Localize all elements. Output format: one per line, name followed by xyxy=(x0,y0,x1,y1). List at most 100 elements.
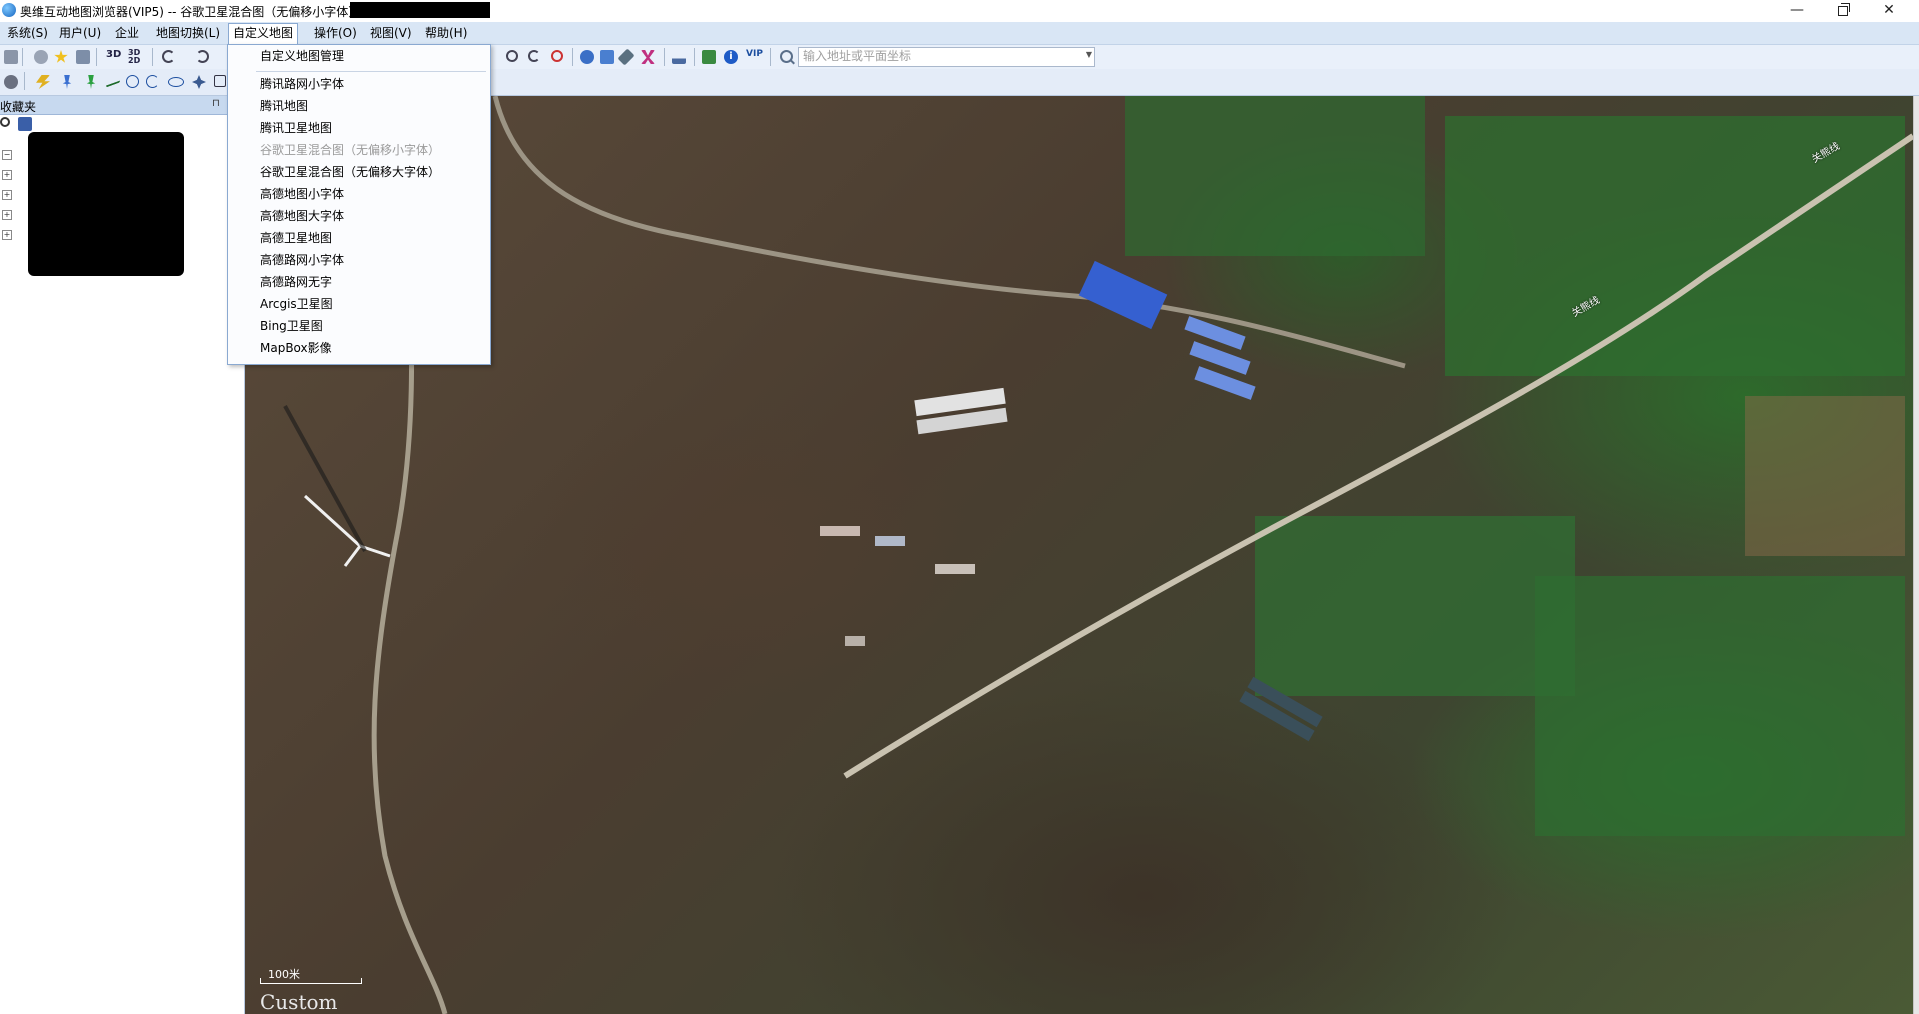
restore-icon xyxy=(1838,3,1850,16)
village-house xyxy=(875,536,905,546)
pin-green-icon[interactable] xyxy=(86,75,96,89)
menu-separator xyxy=(256,71,486,72)
address-search-box[interactable]: ▼ xyxy=(798,47,1095,67)
circle-refresh-icon[interactable] xyxy=(506,50,518,62)
rotate-icon[interactable] xyxy=(528,50,540,62)
toolbar-divider xyxy=(664,48,665,66)
menu-item-google-hybrid-small: 谷歌卫星混合图（无偏移小字体） xyxy=(260,143,441,157)
farm-field xyxy=(1535,576,1905,836)
farm-field xyxy=(1745,396,1905,556)
3d-view-button[interactable]: 3D xyxy=(106,49,121,60)
menu-item-amap-road-notext[interactable]: 高德路网无字 xyxy=(228,271,490,293)
scale-bar-line xyxy=(260,978,362,984)
ellipse-draw-icon[interactable] xyxy=(168,77,184,87)
arc-draw-icon[interactable] xyxy=(146,75,159,88)
title-bar: 奥维互动地图浏览器(VIP5) -- 谷歌卫星混合图（无偏移小字体） — ✕ xyxy=(0,0,1919,22)
pin-icon[interactable]: ⊓ xyxy=(212,98,220,109)
menu-item-arcgis-satellite[interactable]: Arcgis卫星图 xyxy=(228,293,490,315)
village-house xyxy=(845,636,865,646)
satellite-map-view[interactable]: 关熊线 关熊线 xyxy=(245,96,1913,1014)
info-icon[interactable]: i xyxy=(724,50,738,64)
menu-help[interactable]: 帮助(H) xyxy=(421,24,471,42)
village-house xyxy=(820,526,860,536)
menu-item-google-hybrid-large[interactable]: 谷歌卫星混合图（无偏移大字体） xyxy=(228,161,490,183)
redacted-tree-content xyxy=(28,132,184,276)
restore-button[interactable] xyxy=(1820,0,1866,22)
menu-item-tencent-map[interactable]: 腾讯地图 xyxy=(228,95,490,117)
search-icon[interactable] xyxy=(780,50,793,63)
redo-icon[interactable] xyxy=(196,50,209,63)
close-button[interactable]: ✕ xyxy=(1866,0,1912,22)
vip-button[interactable]: VIP xyxy=(746,49,763,59)
circle-draw-icon[interactable] xyxy=(126,75,139,88)
menu-system[interactable]: 系统(S) xyxy=(3,24,52,42)
folder-tree-icon[interactable] xyxy=(18,117,32,131)
lightning-icon[interactable] xyxy=(36,75,50,89)
gps-icon[interactable] xyxy=(551,50,563,62)
menu-item-amap-road-small[interactable]: 高德路网小字体 xyxy=(228,249,490,271)
menu-item-tencent-satellite[interactable]: 腾讯卫星地图 xyxy=(228,117,490,139)
toolbar-divider xyxy=(96,48,97,66)
undo-icon[interactable] xyxy=(162,50,175,63)
menu-item-custom-map-manage[interactable]: 自定义地图管理 xyxy=(228,45,490,67)
map-layer-icon[interactable] xyxy=(600,50,614,64)
menu-item-tencent-road-small[interactable]: 腾讯路网小字体 xyxy=(228,73,490,95)
toolbar-divider xyxy=(770,48,771,66)
select-area-icon[interactable] xyxy=(214,75,226,87)
menu-item-amap-small[interactable]: 高德地图小字体 xyxy=(228,183,490,205)
blue-roof-building xyxy=(1078,260,1168,330)
edit-pen-icon[interactable] xyxy=(617,48,635,66)
address-search-input[interactable] xyxy=(799,48,1077,64)
custom-map-dropdown-menu: 自定义地图管理 腾讯路网小字体 腾讯地图 腾讯卫星地图 谷歌卫星混合图（无偏移小… xyxy=(227,44,491,365)
map-right-edge xyxy=(1913,96,1919,1014)
map-scale-bar: 100米 xyxy=(260,968,370,984)
favorites-panel-tools xyxy=(0,115,244,133)
farm-field xyxy=(1445,116,1905,376)
menu-operation[interactable]: 操作(O) xyxy=(310,24,361,42)
map-watermark: Custom xyxy=(260,990,338,1014)
menu-item-amap-satellite[interactable]: 高德卫星地图 xyxy=(228,227,490,249)
minimize-button[interactable]: — xyxy=(1774,0,1820,22)
move-pan-icon[interactable] xyxy=(192,75,206,89)
menu-enterprise[interactable]: 企业 xyxy=(111,24,143,42)
gear-icon[interactable] xyxy=(4,75,18,89)
tree-expand-icon[interactable]: + xyxy=(2,170,12,180)
app-logo-icon xyxy=(2,3,16,17)
polyline-icon[interactable] xyxy=(106,72,120,88)
chat-message-icon[interactable] xyxy=(702,50,716,64)
chart-icon[interactable] xyxy=(672,50,686,64)
wind-turbine xyxy=(283,405,391,567)
toolbar-divider xyxy=(152,48,153,66)
toolbar-divider xyxy=(572,48,573,66)
3d-2d-toggle-button[interactable]: 3D 2D xyxy=(128,49,142,65)
map-browser-window: 奥维互动地图浏览器(VIP5) -- 谷歌卫星混合图（无偏移小字体） — ✕ 系… xyxy=(0,0,1919,1014)
user-icon[interactable] xyxy=(34,50,48,64)
tree-expand-icon[interactable]: + xyxy=(2,210,12,220)
menu-custom-map[interactable]: 自定义地图 xyxy=(228,23,299,44)
menu-bar: 系统(S) 用户(U) 企业 地图切换(L) 自定义地图 操作(O) 视图(V)… xyxy=(0,22,1919,45)
save-icon[interactable] xyxy=(4,50,18,64)
redacted-region xyxy=(350,2,490,18)
menu-item-amap-large[interactable]: 高德地图大字体 xyxy=(228,205,490,227)
pin-blue-icon[interactable] xyxy=(62,75,72,89)
tree-expand-icon[interactable]: + xyxy=(2,230,12,240)
search-icon[interactable] xyxy=(0,117,10,127)
map-features xyxy=(283,96,1913,1014)
tree-expand-icon[interactable]: + xyxy=(2,190,12,200)
menu-map-switch[interactable]: 地图切换(L) xyxy=(152,24,224,42)
globe-icon[interactable] xyxy=(580,50,594,64)
favorites-panel-header: 收藏夹 ⊓ xyxy=(0,96,244,115)
favorites-panel-title: 收藏夹 xyxy=(0,100,37,114)
cut-scissors-icon[interactable] xyxy=(641,50,655,64)
chevron-down-icon[interactable]: ▼ xyxy=(1086,50,1092,59)
favorite-star-icon[interactable] xyxy=(54,50,68,63)
building-icon[interactable] xyxy=(76,50,90,64)
tree-collapse-icon[interactable]: − xyxy=(2,150,12,160)
menu-item-bing-satellite[interactable]: Bing卫星图 xyxy=(228,315,490,337)
menu-view[interactable]: 视图(V) xyxy=(366,24,416,42)
menu-item-mapbox-imagery[interactable]: MapBox影像 xyxy=(228,337,490,359)
toolbar-divider xyxy=(22,48,23,66)
menu-user[interactable]: 用户(U) xyxy=(55,24,105,42)
window-title: 奥维互动地图浏览器(VIP5) -- 谷歌卫星混合图（无偏移小字体） xyxy=(20,5,361,19)
farm-field xyxy=(1255,516,1575,696)
